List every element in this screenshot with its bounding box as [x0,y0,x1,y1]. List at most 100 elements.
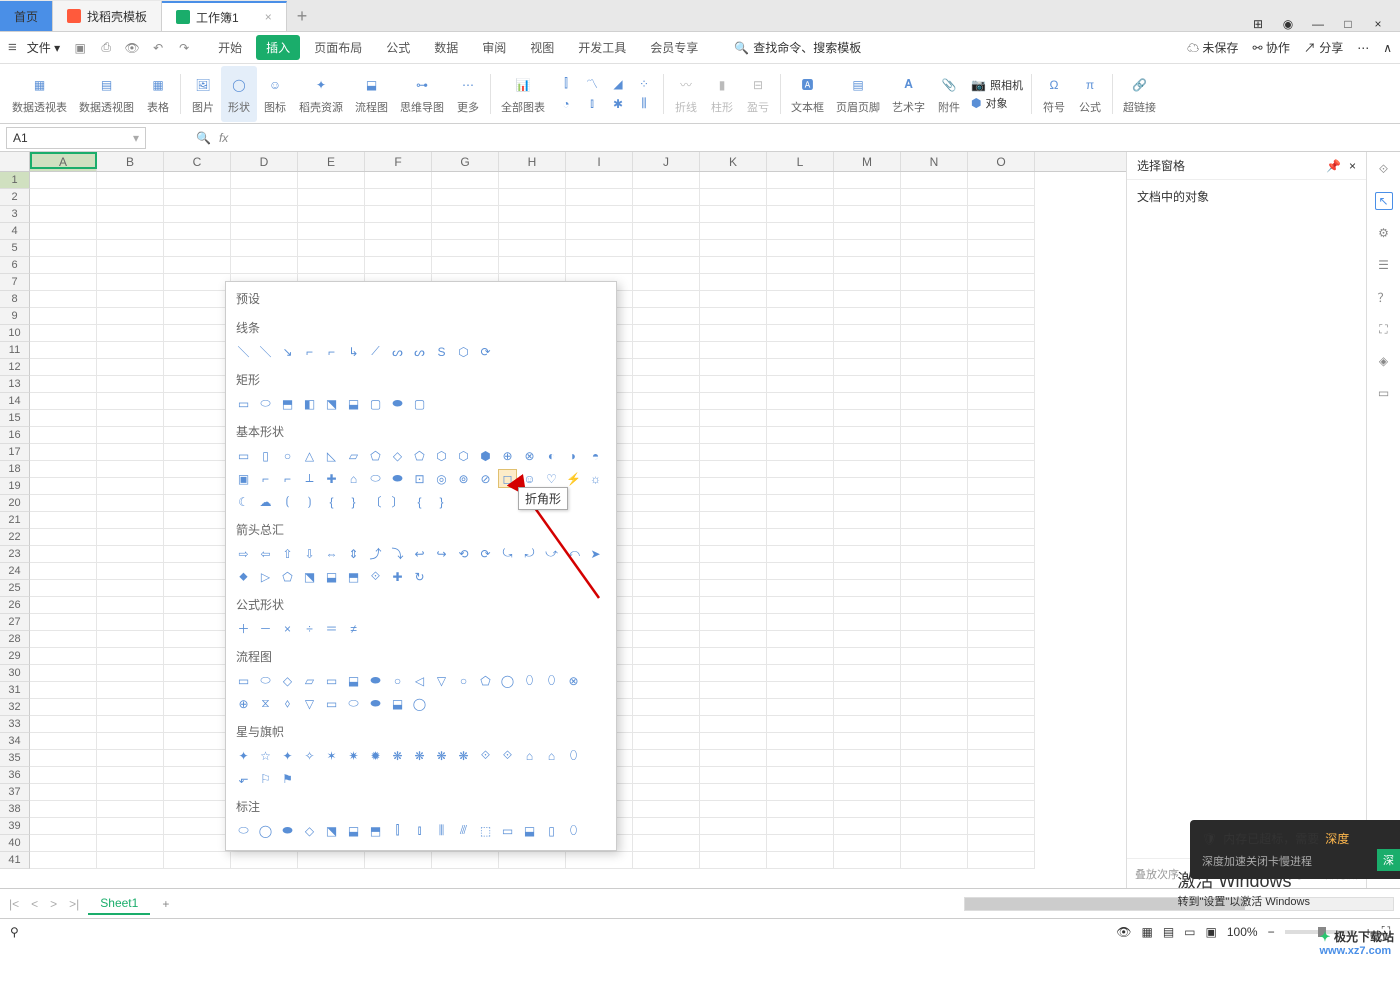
cell[interactable] [164,478,231,495]
cell[interactable] [97,495,164,512]
cell[interactable] [633,325,700,342]
cell[interactable] [700,189,767,206]
shape-item[interactable]: ⚐ [256,769,275,788]
cell[interactable] [298,240,365,257]
cell[interactable] [901,461,968,478]
cell[interactable] [30,376,97,393]
cell[interactable] [834,682,901,699]
cell[interactable] [767,257,834,274]
cell[interactable] [767,325,834,342]
shape-item[interactable]: ▭ [234,446,253,465]
shape-item[interactable]: { [322,492,341,511]
cell[interactable] [767,359,834,376]
cell[interactable] [834,750,901,767]
rb-attach[interactable]: 📎附件 [931,66,967,122]
cell[interactable] [968,563,1035,580]
shape-item[interactable]: ⤺ [564,544,583,563]
shape-item[interactable]: ◎ [432,469,451,488]
shape-item[interactable]: ᔕ [388,342,407,361]
cell[interactable] [97,733,164,750]
share-button[interactable]: ↗ 分享 [1304,39,1343,56]
preview-icon[interactable]: 👁 [122,38,142,58]
rb-sparkline[interactable]: 〰折线 [668,66,704,122]
cell[interactable] [164,342,231,359]
cell[interactable] [633,274,700,291]
shape-item[interactable]: ◯ [256,821,275,840]
row-header[interactable]: 39 [0,818,30,835]
cell[interactable] [901,648,968,665]
rb-pivot-table[interactable]: ▦数据透视表 [6,66,73,122]
cell[interactable] [968,274,1035,291]
cell[interactable] [365,240,432,257]
shape-item[interactable]: ▢ [366,394,385,413]
cell[interactable] [633,342,700,359]
cell[interactable] [633,750,700,767]
cell[interactable] [767,665,834,682]
shape-item[interactable]: ⬬ [388,469,407,488]
shape-item[interactable]: ⬔ [322,821,341,840]
cell[interactable] [30,189,97,206]
cell[interactable] [633,614,700,631]
cell[interactable] [30,325,97,342]
shape-item[interactable]: ⬨ [278,694,297,713]
rb-table[interactable]: ▦表格 [140,66,176,122]
shape-item[interactable]: － [256,619,275,638]
shape-item[interactable]: ⌂ [344,469,363,488]
cell[interactable] [633,240,700,257]
cell[interactable] [633,359,700,376]
cell[interactable] [700,750,767,767]
save-icon[interactable]: ▣ [70,38,90,58]
cell[interactable] [700,223,767,240]
cell[interactable] [231,206,298,223]
cell[interactable] [968,546,1035,563]
cell[interactable] [767,801,834,818]
cell[interactable] [700,393,767,410]
cell[interactable] [767,546,834,563]
cell[interactable] [97,750,164,767]
cell[interactable] [633,852,700,869]
cell[interactable] [164,308,231,325]
cell[interactable] [700,852,767,869]
cell[interactable] [164,852,231,869]
cell[interactable] [633,410,700,427]
status-customize-icon[interactable]: ⚲ [10,925,19,939]
cell[interactable] [700,342,767,359]
cell[interactable] [97,274,164,291]
cell[interactable] [97,478,164,495]
cell[interactable] [231,172,298,189]
cell[interactable] [432,852,499,869]
shape-item[interactable]: ☺ [520,469,539,488]
cell[interactable] [767,461,834,478]
cell[interactable] [700,444,767,461]
shape-item[interactable]: ⬠ [278,567,297,586]
cell[interactable] [700,172,767,189]
cell[interactable] [968,325,1035,342]
cell[interactable] [901,308,968,325]
shape-item[interactable]: ⌂ [542,746,561,765]
cell[interactable] [633,682,700,699]
cell[interactable] [968,291,1035,308]
shape-item[interactable]: ⊚ [454,469,473,488]
cell[interactable] [834,223,901,240]
cell[interactable] [834,495,901,512]
cell[interactable] [834,563,901,580]
cell[interactable] [834,308,901,325]
cell[interactable] [968,172,1035,189]
line-chart-icon[interactable]: 〽 [581,75,603,93]
shape-item[interactable]: ⇨ [234,544,253,563]
cell[interactable] [30,546,97,563]
cell[interactable] [633,478,700,495]
cell[interactable] [767,682,834,699]
cell[interactable] [834,291,901,308]
cell[interactable] [30,410,97,427]
cell[interactable] [834,665,901,682]
cell[interactable] [164,257,231,274]
row-header[interactable]: 12 [0,359,30,376]
cell[interactable] [231,257,298,274]
cell[interactable] [700,308,767,325]
shape-item[interactable]: ◧ [300,394,319,413]
cell[interactable] [968,597,1035,614]
rail-screenshot-icon[interactable]: ⛶ [1375,320,1393,338]
cell[interactable] [30,580,97,597]
cell[interactable] [30,801,97,818]
